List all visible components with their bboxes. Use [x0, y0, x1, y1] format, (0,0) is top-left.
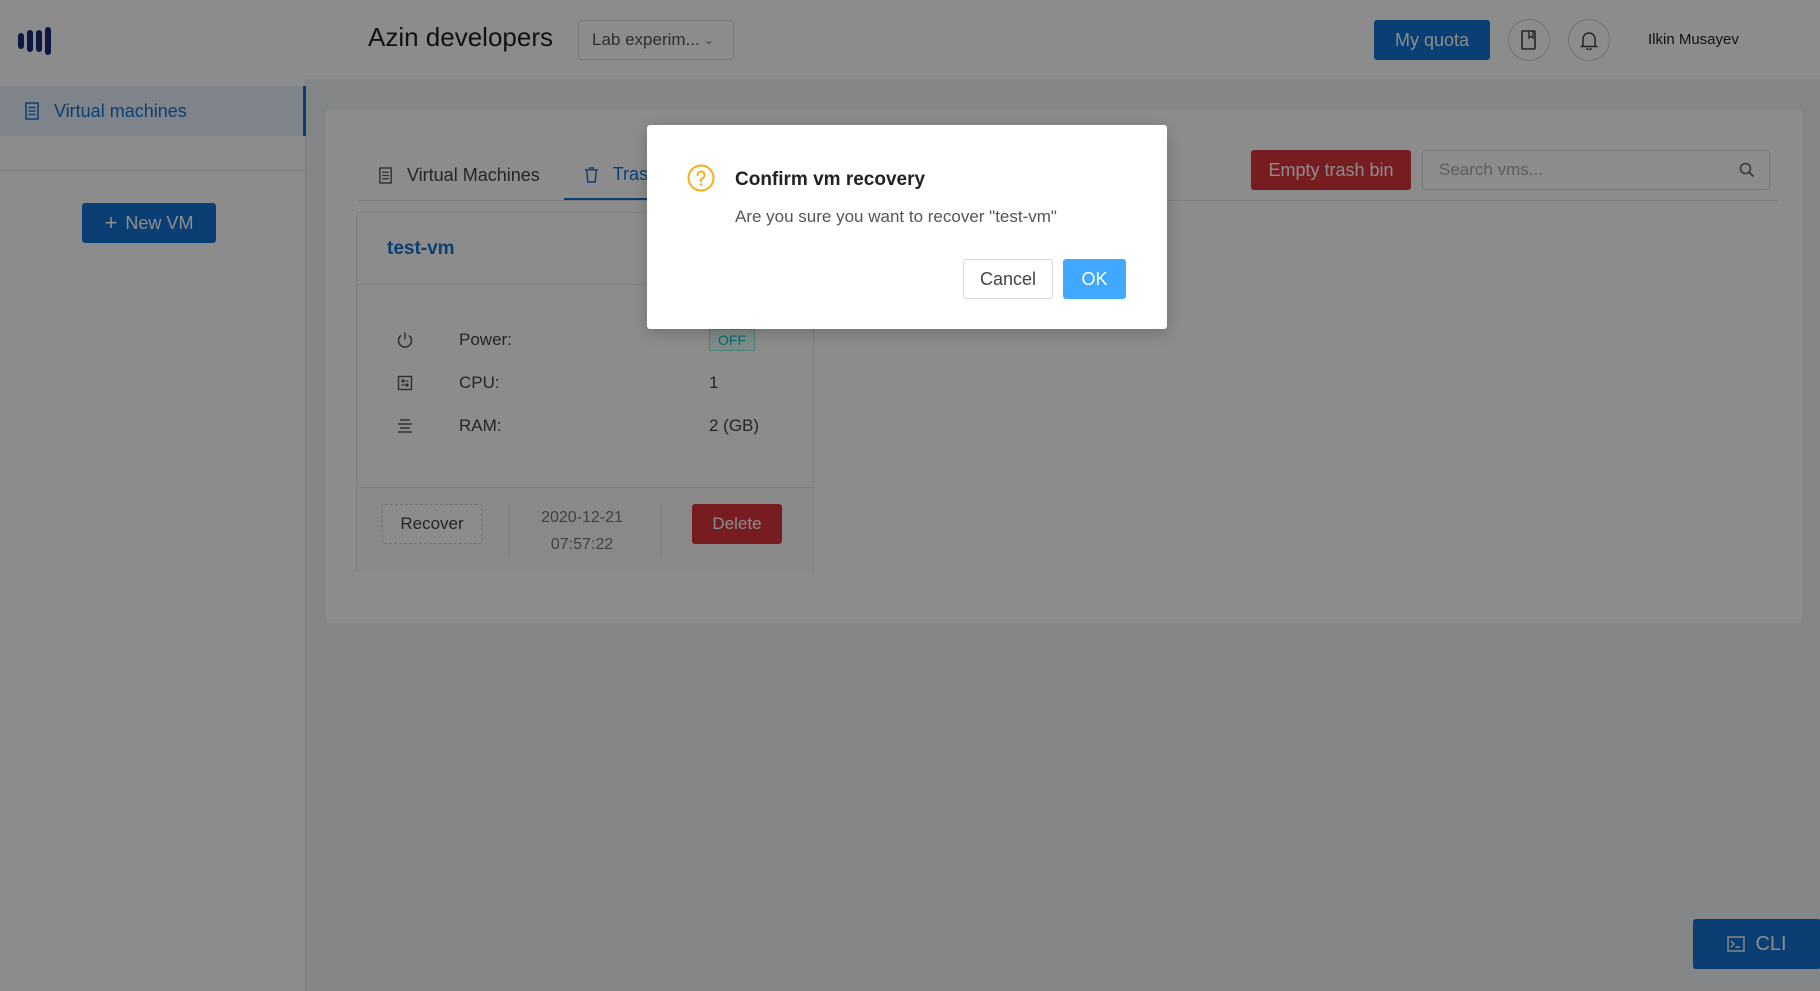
cancel-button[interactable]: Cancel	[963, 259, 1053, 299]
modal-title: Confirm vm recovery	[735, 169, 926, 190]
confirm-recovery-modal: Confirm vm recovery Are you sure you wan…	[647, 125, 1167, 329]
modal-message: Are you sure you want to recover "test-v…	[735, 207, 1057, 226]
question-icon	[687, 164, 715, 192]
ok-button[interactable]: OK	[1063, 259, 1126, 299]
